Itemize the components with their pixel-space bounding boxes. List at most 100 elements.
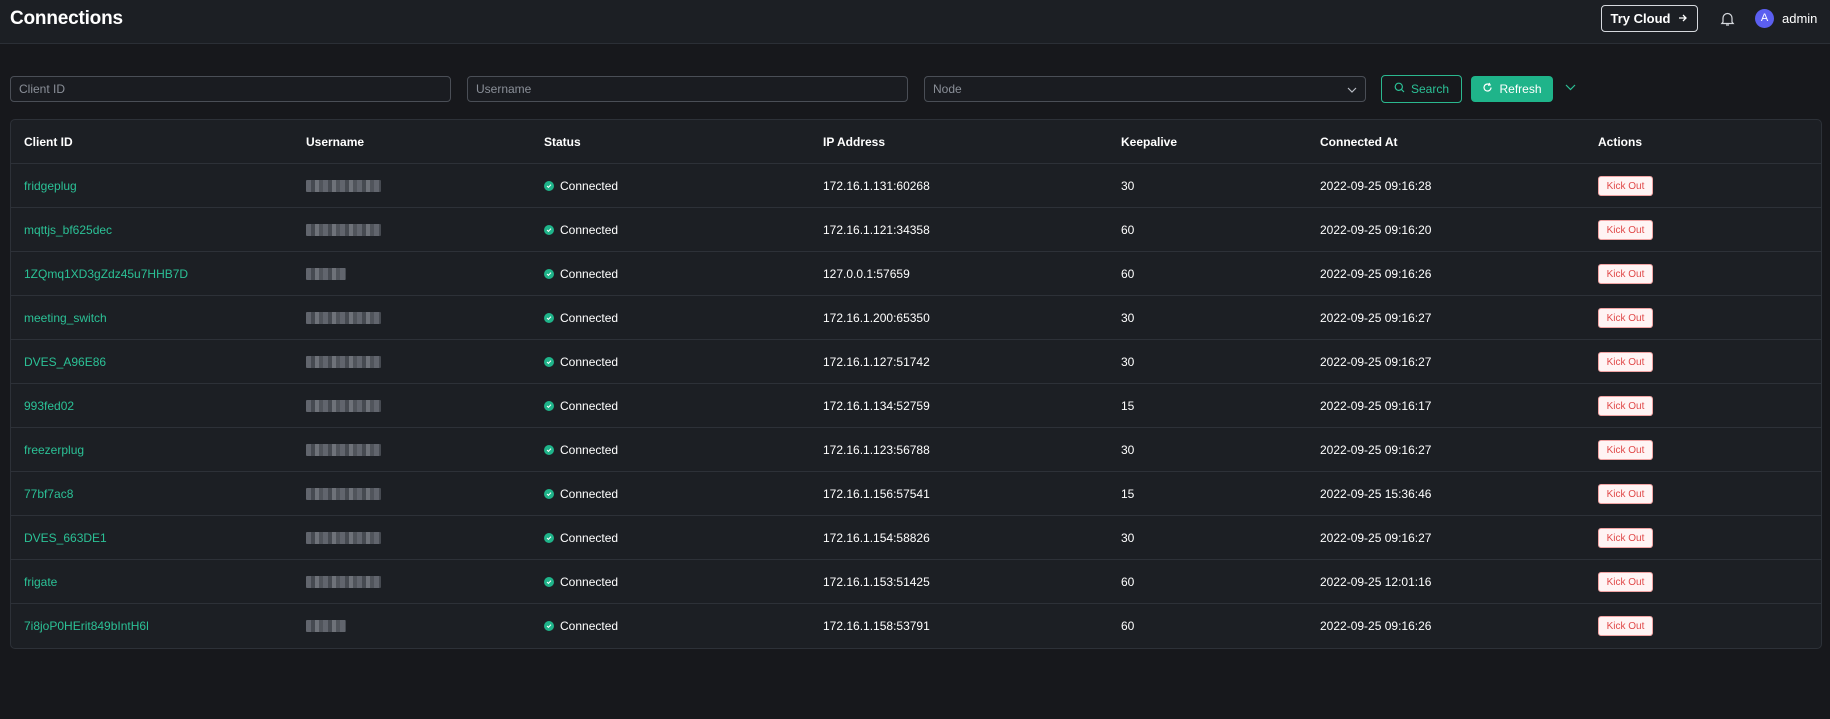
connected-at-cell: 2022-09-25 09:16:27 [1320, 531, 1432, 545]
table-row: mqttjs_bf625dec Connected 172.16.1.121:343… [11, 208, 1821, 252]
status-text: Connected [560, 575, 619, 589]
keepalive-cell: 30 [1121, 179, 1135, 193]
username-cell [306, 472, 381, 516]
status-cell: Connected [544, 164, 618, 208]
kick-out-button[interactable]: Kick Out [1598, 572, 1653, 592]
username-cell [306, 340, 381, 384]
check-circle-icon [544, 401, 554, 411]
kick-out-button[interactable]: Kick Out [1598, 528, 1653, 548]
keepalive-cell: 60 [1121, 267, 1135, 281]
ip-address-cell: 172.16.1.134:52759 [823, 399, 930, 413]
bell-icon[interactable] [1718, 9, 1736, 29]
connected-at-cell: 2022-09-25 15:36:46 [1320, 487, 1432, 501]
status-cell: Connected [544, 208, 618, 252]
username-cell [306, 252, 346, 296]
table-row: 7i8joP0HErit849bIntH6l Connected 172.16.1.… [11, 604, 1821, 648]
status-text: Connected [560, 267, 619, 281]
connected-at-cell: 2022-09-25 12:01:16 [1320, 575, 1432, 589]
masked-username [306, 488, 381, 500]
table-row: freezerplug Connected 172.16.1.123:56788 30… [11, 428, 1821, 472]
check-circle-icon [544, 577, 554, 587]
keepalive-cell: 30 [1121, 443, 1135, 457]
table-row: 993fed02 Connected 172.16.1.134:52759 15 202… [11, 384, 1821, 428]
username-cell [306, 604, 346, 648]
kick-out-button[interactable]: Kick Out [1598, 220, 1653, 240]
username-cell [306, 208, 381, 252]
check-circle-icon [544, 533, 554, 543]
client-id-link[interactable]: 77bf7ac8 [24, 487, 73, 501]
username-cell [306, 296, 381, 340]
search-label: Search [1410, 82, 1450, 96]
top-header: Connections Try Cloud A admin [0, 0, 1830, 44]
client-id-link[interactable]: 993fed02 [24, 399, 74, 413]
status-text: Connected [560, 179, 619, 193]
masked-username [306, 268, 346, 280]
kick-out-button[interactable]: Kick Out [1598, 176, 1653, 196]
table-row: 1ZQmq1XD3gZdz45u7HHB7D Connected 127.0.0.1… [11, 252, 1821, 296]
masked-username [306, 620, 346, 632]
status-text: Connected [560, 619, 619, 633]
user-menu[interactable]: A admin [1755, 8, 1817, 28]
kick-out-button[interactable]: Kick Out [1598, 308, 1653, 328]
username-input[interactable] [467, 76, 908, 102]
page-title: Connections [10, 8, 123, 29]
client-id-link[interactable]: frigate [24, 575, 57, 589]
column-header: Connected At [1320, 135, 1398, 149]
table-row: fridgeplug Connected 172.16.1.131:60268 30 2… [11, 164, 1821, 208]
expand-filters-icon[interactable] [1563, 80, 1577, 94]
table-row: DVES_663DE1 Connected 172.16.1.154:58826 30… [11, 516, 1821, 560]
column-header: Status [544, 135, 581, 149]
status-cell: Connected [544, 604, 618, 648]
ip-address-cell: 172.16.1.156:57541 [823, 487, 930, 501]
masked-username [306, 356, 381, 368]
connected-at-cell: 2022-09-25 09:16:28 [1320, 179, 1432, 193]
keepalive-cell: 15 [1121, 399, 1135, 413]
masked-username [306, 444, 381, 456]
username-cell [306, 164, 381, 208]
status-text: Connected [560, 531, 619, 545]
client-id-link[interactable]: 7i8joP0HErit849bIntH6l [24, 619, 149, 633]
client-id-link[interactable]: 1ZQmq1XD3gZdz45u7HHB7D [24, 267, 188, 281]
try-cloud-button[interactable]: Try Cloud [1601, 5, 1698, 32]
kick-out-button[interactable]: Kick Out [1598, 484, 1653, 504]
kick-out-button[interactable]: Kick Out [1598, 264, 1653, 284]
client-id-link[interactable]: DVES_663DE1 [24, 531, 107, 545]
ip-address-cell: 172.16.1.121:34358 [823, 223, 930, 237]
username-cell [306, 428, 381, 472]
keepalive-cell: 30 [1121, 355, 1135, 369]
try-cloud-label: Try Cloud [1610, 11, 1671, 26]
username-cell [306, 384, 381, 428]
kick-out-button[interactable]: Kick Out [1598, 396, 1653, 416]
connections-table: Client ID Username Status IP Address Kee… [10, 119, 1822, 649]
connected-at-cell: 2022-09-25 09:16:17 [1320, 399, 1432, 413]
refresh-button[interactable]: Refresh [1471, 76, 1553, 102]
keepalive-cell: 30 [1121, 311, 1135, 325]
table-row: meeting_switch Connected 172.16.1.200:6535… [11, 296, 1821, 340]
status-cell: Connected [544, 296, 618, 340]
connected-at-cell: 2022-09-25 09:16:27 [1320, 355, 1432, 369]
status-text: Connected [560, 487, 619, 501]
column-header: IP Address [823, 135, 886, 149]
search-button[interactable]: Search [1381, 75, 1462, 103]
keepalive-cell: 15 [1121, 487, 1135, 501]
node-select[interactable]: Node [924, 76, 1366, 102]
check-circle-icon [544, 621, 554, 631]
username-cell [306, 516, 381, 560]
check-circle-icon [544, 225, 554, 235]
connected-at-cell: 2022-09-25 09:16:26 [1320, 619, 1432, 633]
ip-address-cell: 172.16.1.200:65350 [823, 311, 930, 325]
ip-address-cell: 127.0.0.1:57659 [823, 267, 910, 281]
masked-username [306, 180, 381, 192]
client-id-link[interactable]: meeting_switch [24, 311, 107, 325]
user-name: admin [1782, 10, 1818, 26]
client-id-link[interactable]: DVES_A96E86 [24, 355, 106, 369]
kick-out-button[interactable]: Kick Out [1598, 616, 1653, 636]
client-id-input[interactable] [10, 76, 451, 102]
kick-out-button[interactable]: Kick Out [1598, 440, 1653, 460]
connected-at-cell: 2022-09-25 09:16:20 [1320, 223, 1432, 237]
client-id-link[interactable]: freezerplug [24, 443, 84, 457]
client-id-link[interactable]: fridgeplug [24, 179, 77, 193]
table-header: Client ID Username Status IP Address Kee… [11, 120, 1821, 164]
kick-out-button[interactable]: Kick Out [1598, 352, 1653, 372]
client-id-link[interactable]: mqttjs_bf625dec [24, 223, 112, 237]
